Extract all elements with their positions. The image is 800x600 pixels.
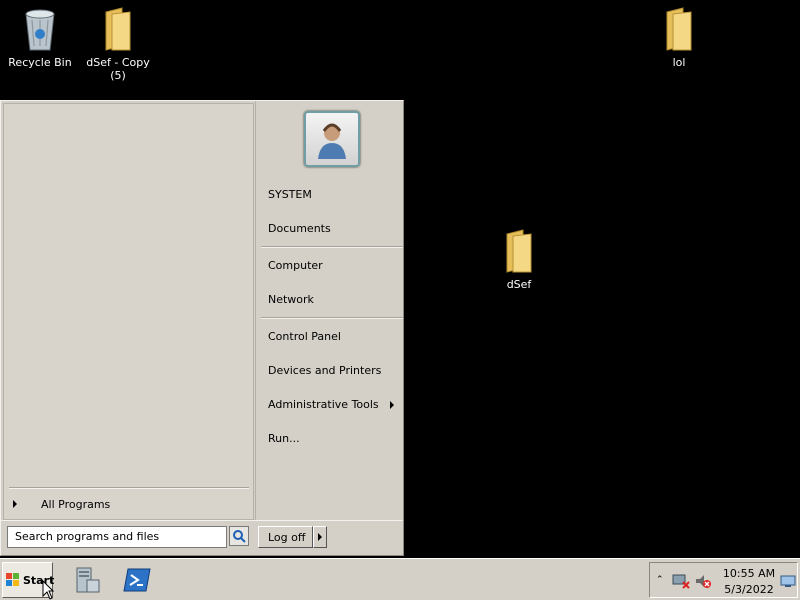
desktop-icon-dsef-copy-5[interactable]: dSef - Copy (5) [78, 6, 158, 82]
clock-date[interactable]: 5/3/2022 [722, 583, 776, 596]
divider [261, 317, 403, 319]
desktop-icon-label: Recycle Bin [8, 56, 72, 69]
menu-item-label: Administrative Tools [268, 398, 379, 411]
show-desktop-icon[interactable] [780, 575, 796, 590]
desktop-icon-recycle-bin[interactable]: Recycle Bin [0, 6, 80, 69]
menu-item-documents[interactable]: Documents [268, 219, 400, 239]
menu-item-network[interactable]: Network [268, 290, 400, 310]
menu-item-system[interactable]: SYSTEM [268, 185, 400, 205]
taskbar: Start ⌃ 10:55 AM 5/3/2022 [0, 558, 800, 600]
desktop-icon-lol[interactable]: lol [639, 6, 719, 69]
powershell-icon[interactable] [120, 563, 154, 597]
menu-item-devices-and-printers[interactable]: Devices and Printers [268, 361, 400, 381]
divider [9, 487, 249, 489]
network-disconnected-icon[interactable] [672, 573, 690, 592]
folder-icon [661, 6, 697, 52]
menu-item-run[interactable]: Run... [268, 429, 400, 449]
expand-arrow-icon [13, 500, 17, 508]
server-manager-icon[interactable] [70, 563, 104, 597]
show-hidden-icons[interactable]: ⌃ [656, 575, 664, 585]
volume-muted-icon[interactable] [694, 573, 712, 592]
submenu-arrow-icon [390, 401, 394, 409]
mouse-pointer-icon [42, 579, 55, 600]
windows-logo-icon [6, 573, 20, 587]
clock-time[interactable]: 10:55 AM [722, 567, 776, 580]
places-pane: SYSTEM Documents Computer Network Contro… [255, 101, 403, 520]
start-menu-bottom-bar: Search programs and files Log off [1, 520, 403, 555]
desktop-icon-label: dSef - Copy (5) [86, 56, 150, 82]
search-icon[interactable] [229, 526, 249, 546]
folder-icon [501, 228, 537, 274]
recycle-bin-icon [22, 6, 58, 52]
desktop-icon-label: dSef [506, 278, 532, 291]
chevron-right-icon [318, 533, 322, 541]
menu-item-control-panel[interactable]: Control Panel [268, 327, 400, 347]
start-menu: All Programs SYSTEM Documents Computer N… [0, 100, 404, 556]
folder-icon [100, 6, 136, 52]
all-programs-item[interactable]: All Programs [7, 494, 251, 514]
shutdown-options-button[interactable] [313, 526, 327, 548]
all-programs-label: All Programs [41, 497, 111, 511]
desktop-icon-label: lol [672, 56, 686, 69]
log-off-button[interactable]: Log off [258, 526, 313, 548]
desktop-icon-dsef[interactable]: dSef [479, 228, 559, 291]
divider [261, 246, 403, 248]
menu-item-computer[interactable]: Computer [268, 256, 400, 276]
programs-pane [3, 103, 254, 520]
system-tray: ⌃ 10:55 AM 5/3/2022 [649, 562, 798, 598]
user-avatar-icon[interactable] [304, 111, 360, 167]
search-input[interactable]: Search programs and files [7, 526, 227, 548]
menu-item-administrative-tools[interactable]: Administrative Tools [268, 395, 400, 415]
